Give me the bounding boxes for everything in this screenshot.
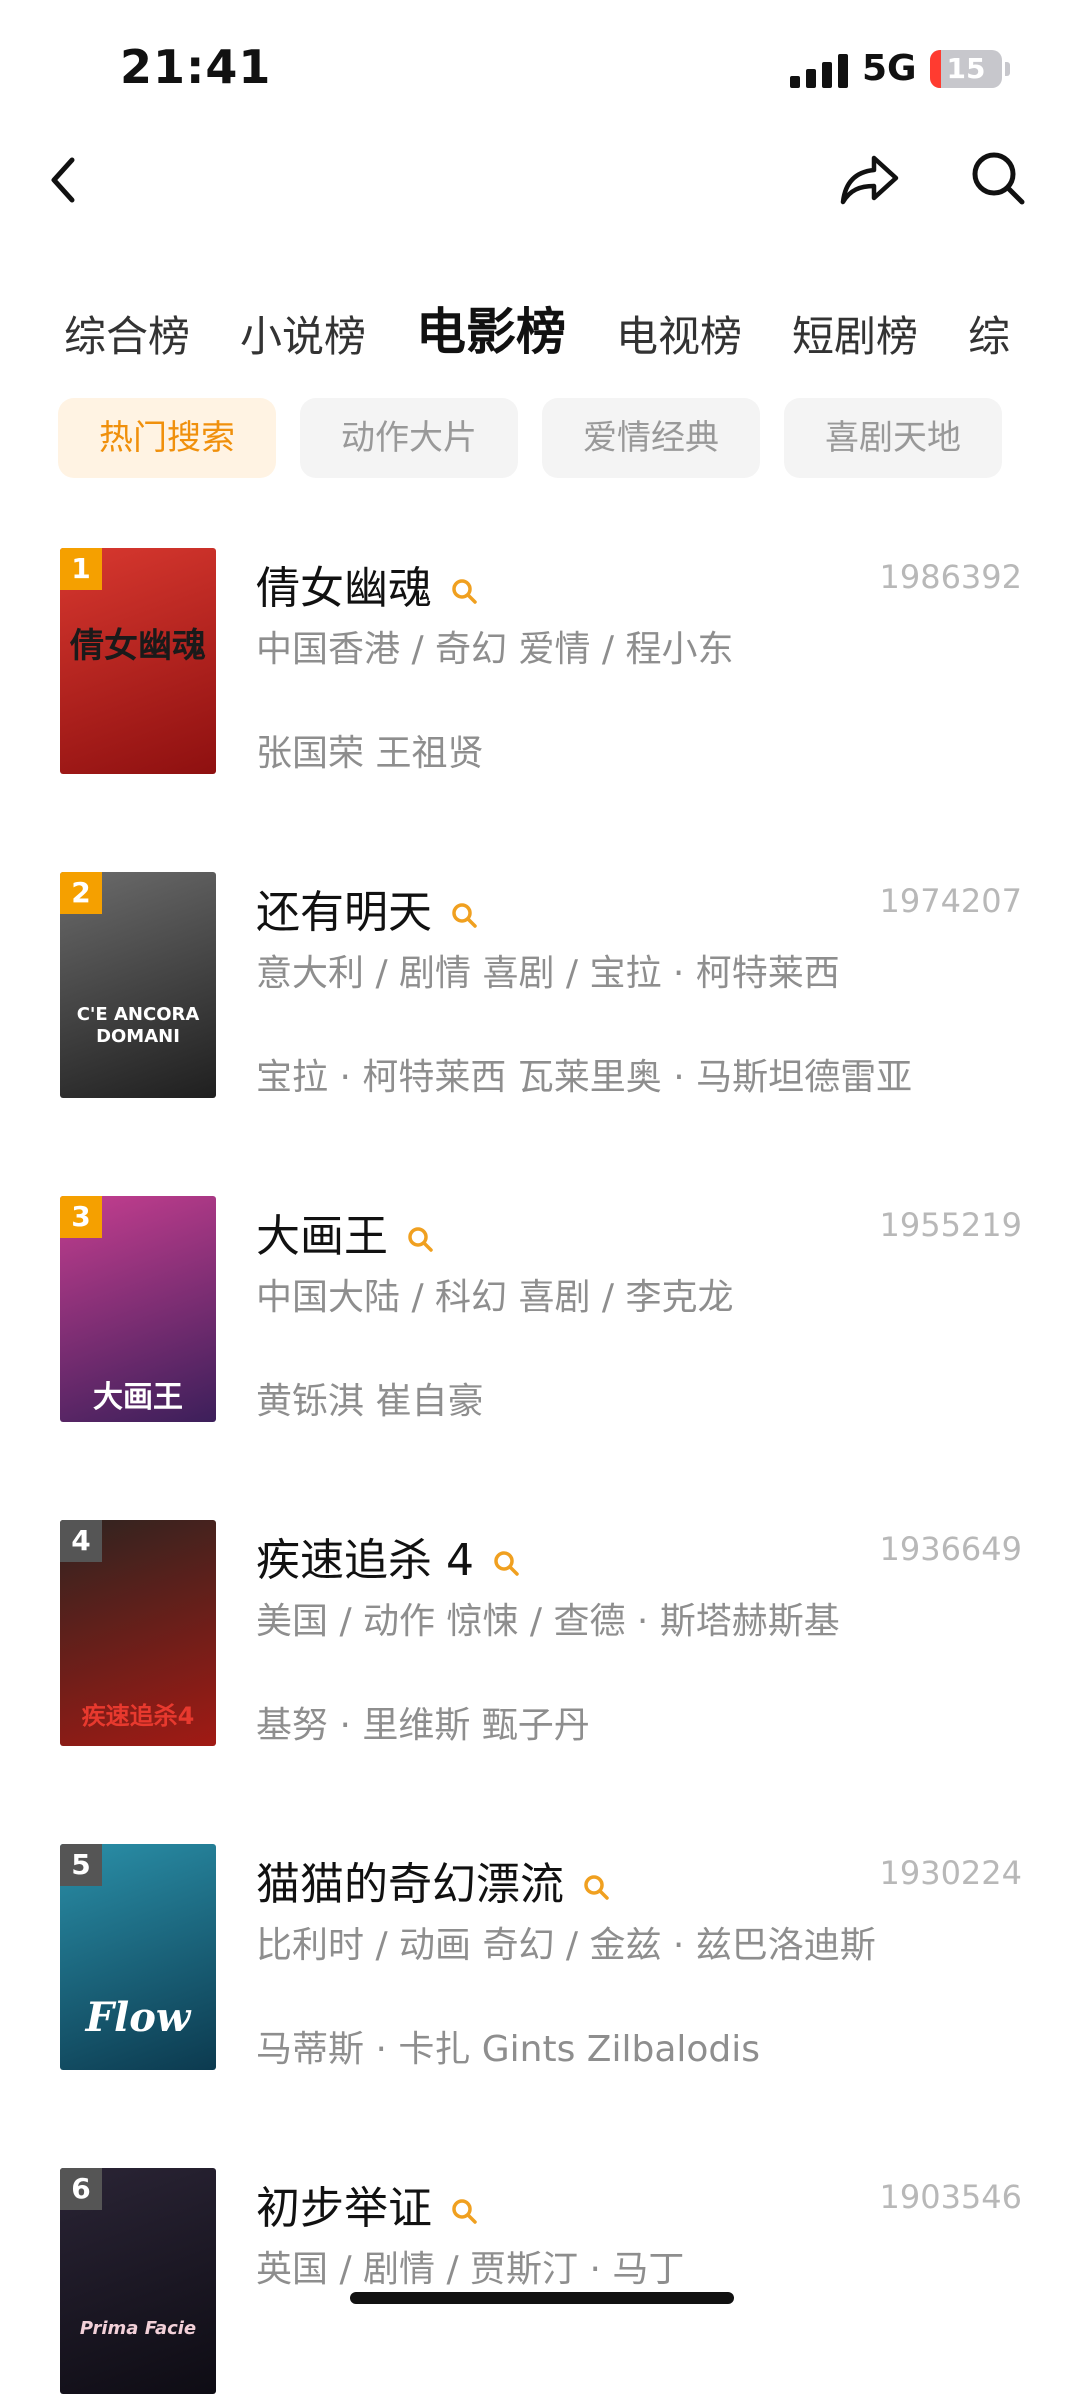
list-item[interactable]: Prima Facie 6 初步举证 1903546 英国 / 剧情 / 贾斯汀… xyxy=(0,2168,1080,2408)
signal-icon xyxy=(790,54,848,88)
search-count: 1986392 xyxy=(879,558,1022,596)
tab-tv[interactable]: 电视榜 xyxy=(616,303,742,362)
battery-tip xyxy=(1005,62,1010,76)
movie-meta: 意大利 / 剧情 喜剧 / 宝拉 · 柯特莱西 xyxy=(256,953,840,994)
rank-badge: 4 xyxy=(60,1520,102,1562)
search-tag-icon[interactable] xyxy=(450,577,478,605)
poster-title: Prima Facie xyxy=(79,2318,197,2339)
movie-cast: 黄铄淇 崔自豪 xyxy=(256,1381,484,1422)
movie-title[interactable]: 猫猫的奇幻漂流 xyxy=(256,1859,564,1910)
movie-poster[interactable]: 大画王 3 xyxy=(60,1196,216,1422)
movie-cast: 基努 · 里维斯 甄子丹 xyxy=(256,1705,590,1746)
search-icon xyxy=(972,152,1025,205)
rank-badge: 1 xyxy=(60,548,102,590)
search-tag-icon[interactable] xyxy=(450,901,478,929)
search-count: 1936649 xyxy=(879,1530,1022,1568)
battery-percent: 15 xyxy=(946,52,986,85)
tab-movie[interactable]: 电影榜 xyxy=(416,292,566,362)
movie-meta: 美国 / 动作 惊悚 / 查德 · 斯塔赫斯基 xyxy=(256,1601,840,1642)
chip-comedy[interactable]: 喜剧天地 xyxy=(784,398,1002,478)
movie-title[interactable]: 疾速追杀 4 xyxy=(256,1535,474,1586)
search-count: 1903546 xyxy=(879,2178,1022,2216)
movie-poster[interactable]: 疾速追杀4 4 xyxy=(60,1520,216,1746)
share-icon xyxy=(840,155,899,205)
status-bar: 21:41 5G 15 xyxy=(0,0,1080,130)
home-indicator[interactable] xyxy=(350,2292,734,2304)
chip-romance[interactable]: 爱情经典 xyxy=(542,398,760,478)
rank-badge: 2 xyxy=(60,872,102,914)
movie-poster[interactable]: Flow 5 xyxy=(60,1844,216,2070)
poster-title: 倩女幽魂 xyxy=(70,626,206,666)
share-button[interactable] xyxy=(838,148,904,208)
search-tag-icon[interactable] xyxy=(406,1225,434,1253)
list-item[interactable]: C'E ANCORA DOMANI 2 还有明天 1974207 意大利 / 剧… xyxy=(0,872,1080,1112)
tab-overall[interactable]: 综合榜 xyxy=(64,303,190,362)
movie-cast: 张国荣 王祖贤 xyxy=(256,733,484,774)
poster-title: Flow xyxy=(85,1994,191,2041)
tab-variety[interactable]: 综 xyxy=(968,303,1010,362)
search-button[interactable] xyxy=(968,148,1028,208)
list-item[interactable]: 倩女幽魂 1 倩女幽魂 1986392 中国香港 / 奇幻 爱情 / 程小东 张… xyxy=(0,548,1080,788)
movie-meta: 中国大陆 / 科幻 喜剧 / 李克龙 xyxy=(256,1277,734,1318)
search-count: 1955219 xyxy=(879,1206,1022,1244)
movie-title[interactable]: 大画王 xyxy=(256,1211,388,1262)
search-count: 1974207 xyxy=(879,882,1022,920)
list-item[interactable]: Flow 5 猫猫的奇幻漂流 1930224 比利时 / 动画 奇幻 / 金兹 … xyxy=(0,1844,1080,2084)
movie-title[interactable]: 还有明天 xyxy=(256,887,432,938)
rank-badge: 5 xyxy=(60,1844,102,1886)
poster-title: 疾速追杀4 xyxy=(81,1702,195,1730)
rank-badge: 3 xyxy=(60,1196,102,1238)
movie-meta: 比利时 / 动画 奇幻 / 金兹 · 兹巴洛迪斯 xyxy=(256,1925,876,1966)
chevron-left-icon xyxy=(51,157,75,203)
movie-poster[interactable]: Prima Facie 6 xyxy=(60,2168,216,2394)
status-time: 21:41 xyxy=(120,40,272,94)
chip-hot-search[interactable]: 热门搜索 xyxy=(58,398,276,478)
search-tag-icon[interactable] xyxy=(450,2197,478,2225)
poster-title: C'E ANCORA DOMANI xyxy=(76,1004,200,1047)
rank-badge: 6 xyxy=(60,2168,102,2210)
movie-poster[interactable]: 倩女幽魂 1 xyxy=(60,548,216,774)
movie-meta: 英国 / 剧情 / 贾斯汀 · 马丁 xyxy=(256,2249,685,2290)
movie-title[interactable]: 倩女幽魂 xyxy=(256,563,432,614)
network-type: 5G xyxy=(862,48,917,89)
back-button[interactable] xyxy=(40,150,92,210)
poster-title: 大画王 xyxy=(93,1380,183,1415)
movie-title[interactable]: 初步举证 xyxy=(256,2183,432,2234)
list-item[interactable]: 大画王 3 大画王 1955219 中国大陆 / 科幻 喜剧 / 李克龙 黄铄淇… xyxy=(0,1196,1080,1436)
tab-novel[interactable]: 小说榜 xyxy=(240,303,366,362)
search-count: 1930224 xyxy=(879,1854,1022,1892)
movie-meta: 中国香港 / 奇幻 爱情 / 程小东 xyxy=(256,629,734,670)
search-tag-icon[interactable] xyxy=(492,1549,520,1577)
battery-icon: 15 xyxy=(930,50,1002,88)
movie-cast: 宝拉 · 柯特莱西 瓦莱里奥 · 马斯坦德雷亚 xyxy=(256,1057,913,1098)
tab-short-drama[interactable]: 短剧榜 xyxy=(792,303,918,362)
chip-action[interactable]: 动作大片 xyxy=(300,398,518,478)
search-tag-icon[interactable] xyxy=(582,1873,610,1901)
category-tabs: 综合榜 小说榜 电影榜 电视榜 短剧榜综 xyxy=(64,292,1080,362)
movie-cast: 马蒂斯 · 卡扎 Gints Zilbalodis xyxy=(256,2029,761,2070)
movie-poster[interactable]: C'E ANCORA DOMANI 2 xyxy=(60,872,216,1098)
list-item[interactable]: 疾速追杀4 4 疾速追杀 4 1936649 美国 / 动作 惊悚 / 查德 ·… xyxy=(0,1520,1080,1760)
